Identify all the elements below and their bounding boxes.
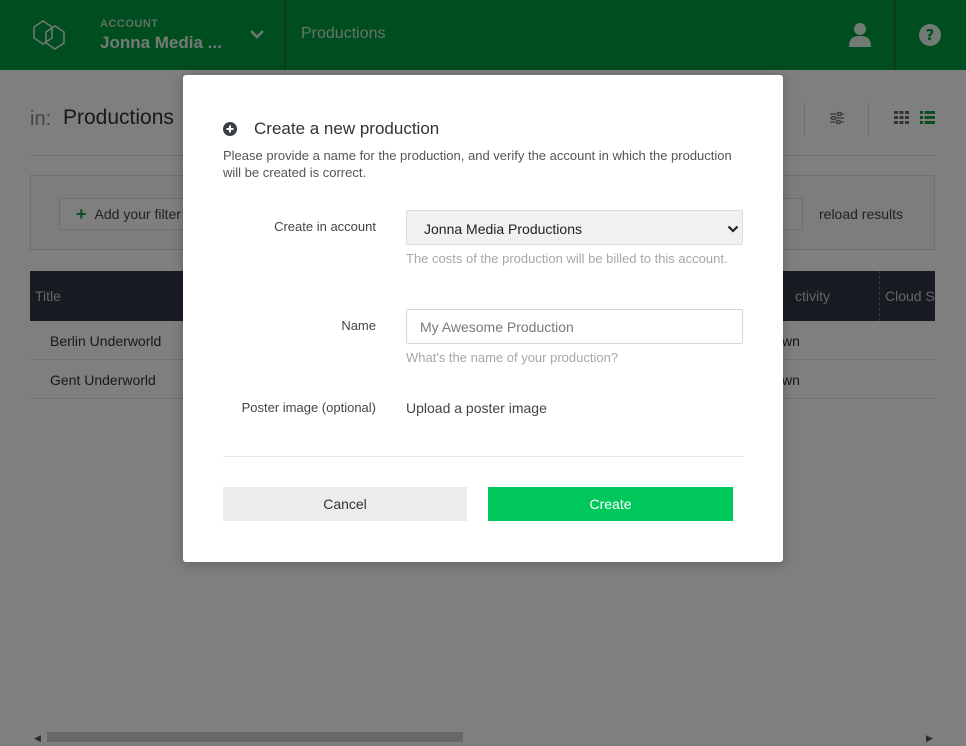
upload-poster-link[interactable]: Upload a poster image — [406, 400, 547, 416]
poster-field-label: Poster image (optional) — [241, 400, 376, 415]
create-button[interactable]: Create — [488, 487, 733, 521]
plus-circle-icon — [223, 122, 237, 136]
name-input[interactable] — [406, 309, 743, 344]
name-help-text: What's the name of your production? — [406, 350, 619, 365]
cancel-button[interactable]: Cancel — [223, 487, 467, 521]
chevron-down-icon — [727, 225, 739, 233]
create-production-dialog: Create a new production Please provide a… — [183, 75, 783, 562]
dialog-description: Please provide a name for the production… — [223, 148, 732, 180]
dialog-divider — [223, 456, 743, 457]
account-help-text: The costs of the production will be bill… — [406, 251, 728, 266]
account-field-label: Create in account — [274, 219, 376, 234]
account-select-value: Jonna Media Productions — [424, 221, 582, 237]
dialog-title: Create a new production — [254, 119, 440, 138]
name-field-label: Name — [341, 318, 376, 333]
account-select[interactable]: Jonna Media Productions — [406, 210, 743, 245]
